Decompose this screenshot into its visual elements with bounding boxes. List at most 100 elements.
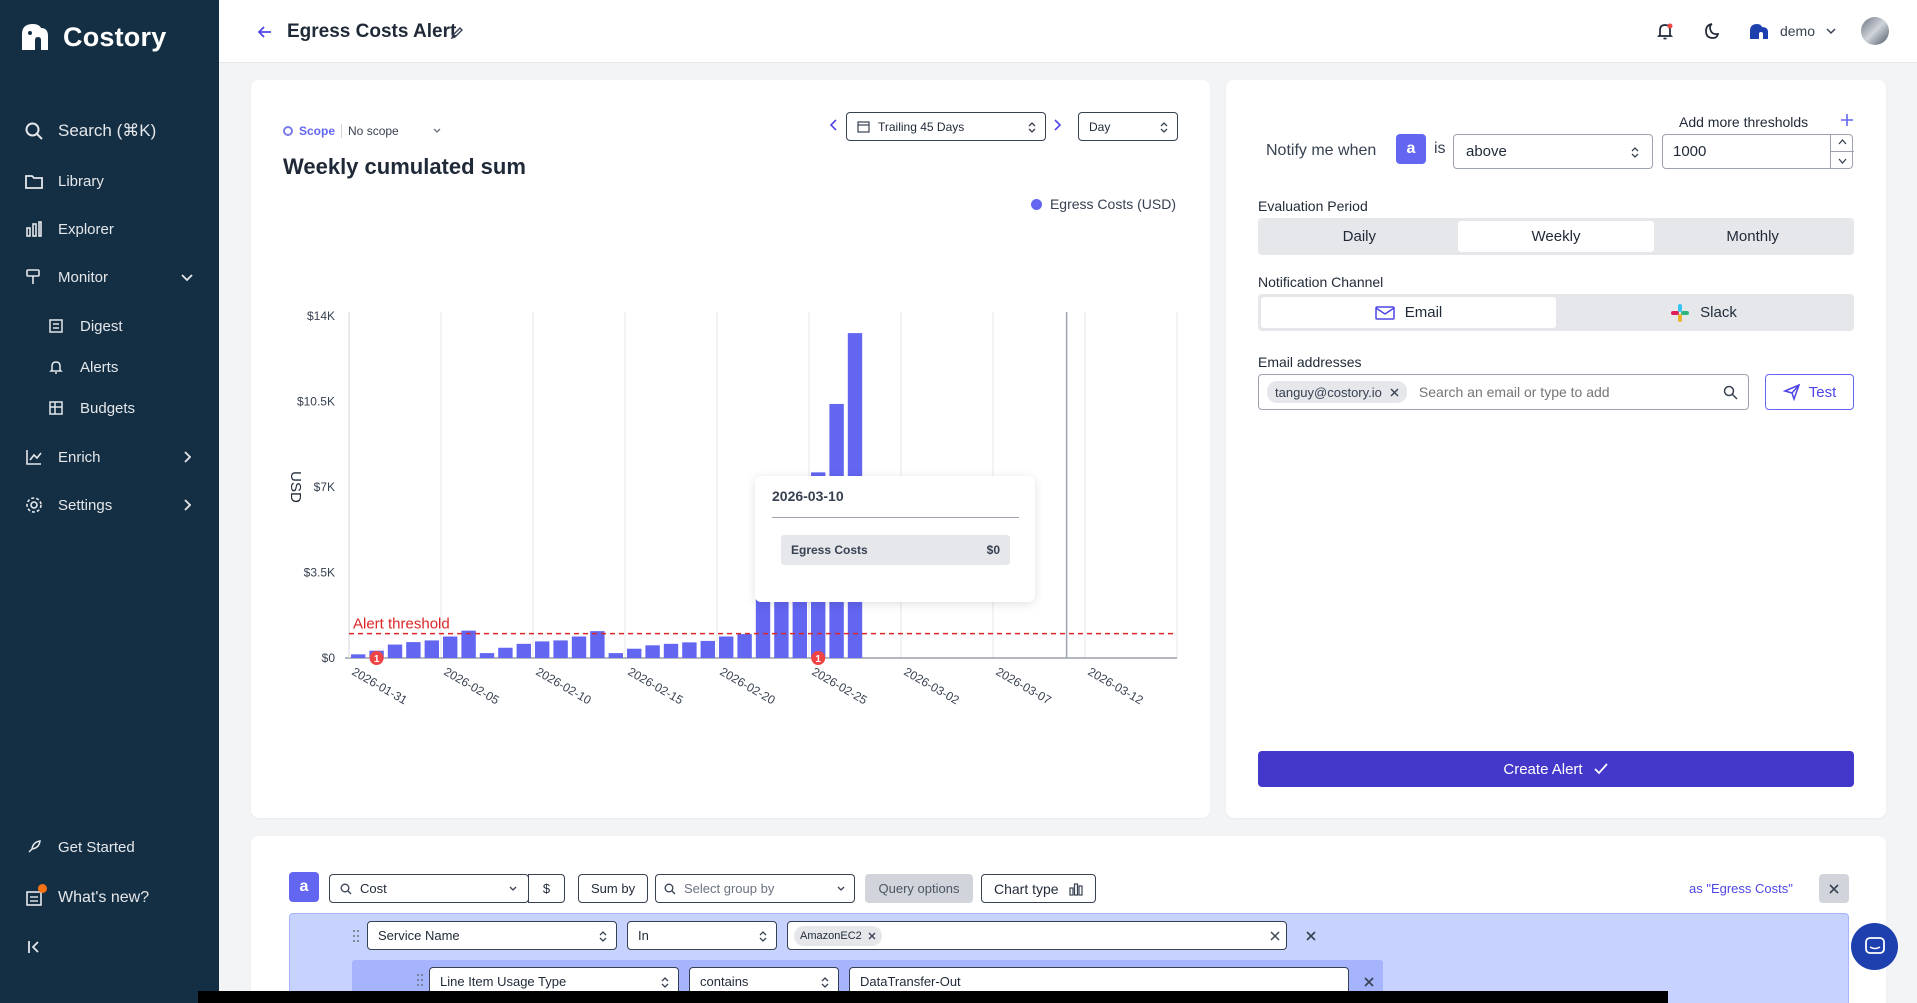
user-menu[interactable]: demo [1748,17,1889,45]
sidebar-search-label: Search (⌘K) [58,121,157,140]
tooltip-value: $0 [986,543,1000,557]
notification-channel-toggle: Email Slack [1258,294,1854,331]
tooltip-date: 2026-03-10 [772,488,844,504]
filter-value-text: DataTransfer-Out [860,974,961,989]
filter-operator-select[interactable]: In [627,921,777,950]
remove-icon[interactable] [868,932,876,940]
sidebar: Costory Search (⌘K) Library Explorer Mon… [0,0,219,1003]
scope-selector[interactable]: Scope No scope [283,124,442,138]
costory-logo-icon [22,24,48,50]
chevron-down-icon [1826,28,1836,35]
sidebar-item-monitor[interactable]: Monitor [0,257,219,297]
sidebar-item-settings[interactable]: Settings [0,485,219,525]
drag-handle-icon[interactable] [352,929,360,943]
email-search-input[interactable] [1418,384,1709,400]
series-chip[interactable]: a [1396,134,1426,164]
test-button[interactable]: Test [1765,374,1854,410]
query-series-chip[interactable]: a [289,872,319,902]
filter-value-field[interactable]: AmazonEC2 [787,921,1287,950]
select-arrows-icon [821,977,829,988]
sidebar-item-budgets[interactable]: Budgets [0,388,219,428]
remove-icon[interactable] [1390,388,1399,397]
y-tick-label: $0 [322,651,336,665]
notifications-icon[interactable] [1652,18,1678,44]
email-recipients-field[interactable]: tanguy@costory.io [1258,374,1749,410]
series-alias[interactable]: as "Egress Costs" [1689,881,1793,896]
filter-field-select[interactable]: Service Name [367,921,617,950]
sidebar-item-explorer[interactable]: Explorer [0,209,219,249]
query-options-button[interactable]: Query options [865,874,973,903]
group-by-select[interactable]: Select group by [655,874,855,903]
previous-range-icon[interactable] [827,118,841,132]
threshold-stepper[interactable] [1830,134,1854,169]
clear-icon[interactable] [1270,931,1280,941]
comparator-select[interactable]: above [1453,134,1653,169]
y-tick-label: $10.5K [297,395,335,409]
plus-icon[interactable] [1840,113,1854,127]
remove-query-button[interactable] [1819,874,1849,903]
period-monthly[interactable]: Monthly [1654,221,1851,252]
is-label: is [1434,140,1446,157]
bar [590,631,605,658]
bar [645,645,660,658]
user-name: demo [1779,23,1815,39]
sidebar-item-enrich[interactable]: Enrich [0,437,219,477]
sidebar-item-alerts[interactable]: Alerts [0,347,219,387]
brand-name: Costory [63,21,167,52]
sidebar-get-started[interactable]: Get Started [0,827,219,867]
add-thresholds-link[interactable]: Add more thresholds [1679,114,1808,130]
x-tick-label: 2026-02-05 [442,664,502,707]
bar [387,644,403,658]
x-tick-label: 2026-03-12 [1086,664,1146,707]
channel-slack[interactable]: Slack [1556,297,1851,328]
mail-icon [1374,305,1395,320]
sidebar-item-library[interactable]: Library [0,161,219,201]
create-alert-button[interactable]: Create Alert [1258,751,1854,787]
rocket-icon [24,837,44,857]
back-arrow-icon[interactable] [255,22,275,42]
chart-type-label: Chart type [994,880,1059,897]
unit-select[interactable]: $ [528,874,565,903]
sidebar-whats-new[interactable]: What's new? [0,878,219,918]
threshold-input[interactable] [1662,134,1853,169]
scope-label: Scope [299,124,343,138]
chat-support-button[interactable] [1851,923,1898,970]
remove-filter-icon[interactable] [1305,930,1317,942]
chart-plot[interactable]: $0$3.5K$7K$10.5K$14KUSDAlert threshold1 1… [251,210,1210,850]
drag-handle-icon[interactable] [416,973,424,987]
avatar[interactable] [1861,17,1889,45]
next-range-icon[interactable] [1050,118,1064,132]
sidebar-search[interactable]: Search (⌘K) [0,111,219,151]
sidebar-item-digest[interactable]: Digest [0,306,219,346]
brand[interactable]: Costory [19,20,166,54]
tooltip-row: Egress Costs $0 [781,535,1010,565]
collapse-icon [24,937,44,957]
chevron-down-icon [433,128,441,133]
metric-select[interactable]: Cost [329,874,529,903]
chevron-down-icon [181,274,193,282]
chevron-right-icon [184,499,192,511]
period-daily[interactable]: Daily [1261,221,1458,252]
y-tick-label: $3.5K [304,566,335,580]
pencil-icon[interactable] [450,26,464,40]
time-range-select[interactable]: Trailing 45 Days [846,112,1046,141]
bar [479,653,495,658]
create-alert-label: Create Alert [1503,760,1583,778]
email-addresses-label: Email addresses [1258,354,1362,370]
search-icon [664,883,676,894]
search-icon [1723,385,1738,400]
sum-by-button[interactable]: Sum by [578,874,649,903]
channel-email[interactable]: Email [1261,297,1556,328]
chart-type-button[interactable]: Chart type [981,874,1096,903]
dark-mode-icon[interactable] [1700,18,1726,44]
bar [351,654,366,658]
bar [682,642,697,658]
collapse-sidebar-button[interactable] [0,927,219,967]
period-weekly[interactable]: Weekly [1457,221,1655,252]
granularity-select[interactable]: Day [1078,112,1178,141]
chart-title: Weekly cumulated sum [283,154,526,179]
channel-email-label: Email [1404,304,1443,321]
remove-filter-icon[interactable] [1363,976,1375,988]
sidebar-item-label: Settings [58,496,113,514]
bar [443,636,458,658]
